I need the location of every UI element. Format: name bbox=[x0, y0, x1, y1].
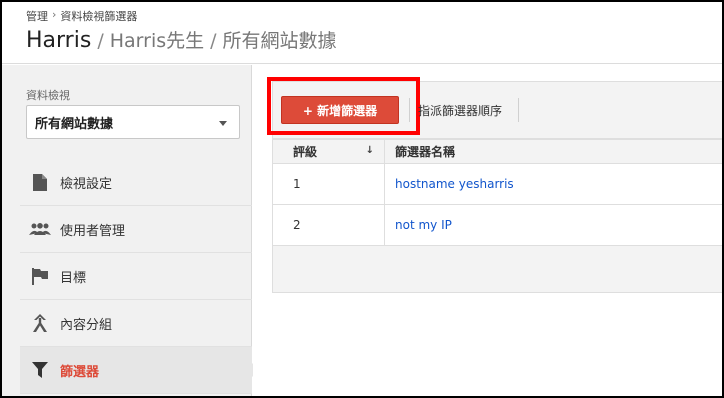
filter-link[interactable]: hostname yesharris bbox=[395, 177, 514, 191]
view-selector-value: 所有網站數據 bbox=[35, 116, 114, 132]
page-title: Harris / Harris先生 / 所有網站數據 bbox=[26, 26, 337, 53]
filter-name-cell: hostname yesharris bbox=[384, 163, 722, 205]
rank-cell: 1 bbox=[272, 163, 385, 205]
sidebar: 資料檢視 所有網站數據 檢視設定 使用者管理 目標 內容分組 篩選器 bbox=[2, 65, 259, 396]
table-row: 1 hostname yesharris bbox=[272, 163, 722, 205]
document-icon bbox=[20, 173, 60, 191]
sidebar-item-user-management[interactable]: 使用者管理 bbox=[20, 206, 252, 253]
assign-filter-order-button[interactable]: 指派篩選器順序 bbox=[418, 102, 502, 119]
page-title-property: Harris先生 bbox=[109, 30, 205, 52]
table-header-row: 評級 ↓ 篩選器名稱 bbox=[272, 139, 722, 164]
column-header-filter-name[interactable]: 篩選器名稱 bbox=[384, 139, 722, 164]
content-grouping-icon bbox=[20, 314, 60, 332]
sidebar-item-label: 使用者管理 bbox=[60, 223, 126, 239]
toolbar-divider bbox=[518, 98, 519, 122]
column-header-rank[interactable]: 評級 ↓ bbox=[272, 139, 385, 164]
title-separator: / bbox=[97, 30, 104, 52]
flag-icon bbox=[20, 267, 60, 285]
filter-icon bbox=[20, 362, 60, 378]
sidebar-item-label: 檢視設定 bbox=[60, 176, 113, 192]
toolbar-divider bbox=[409, 98, 410, 122]
view-selector[interactable]: 所有網站數據 bbox=[26, 105, 240, 139]
sidebar-item-label: 篩選器 bbox=[60, 364, 100, 380]
sidebar-item-label: 目標 bbox=[60, 270, 87, 286]
breadcrumb-item-view-filters[interactable]: 資料檢視篩選器 bbox=[60, 8, 137, 24]
filters-table: 評級 ↓ 篩選器名稱 1 hostname yesharris 2 not my… bbox=[272, 139, 722, 246]
sidebar-item-filters[interactable]: 篩選器 bbox=[20, 347, 259, 394]
column-header-label: 評級 bbox=[293, 145, 318, 159]
filters-toolbar: + 新增篩選器 指派篩選器順序 bbox=[267, 77, 722, 139]
sidebar-nav: 檢視設定 使用者管理 目標 內容分組 篩選器 bbox=[20, 159, 259, 394]
view-label: 資料檢視 bbox=[26, 89, 70, 102]
title-separator: / bbox=[210, 30, 217, 52]
chevron-down-icon bbox=[219, 121, 227, 126]
users-icon bbox=[20, 223, 60, 235]
page-title-account: Harris bbox=[26, 28, 92, 53]
sidebar-item-view-settings[interactable]: 檢視設定 bbox=[20, 159, 252, 206]
breadcrumb: 管理 › 資料檢視篩選器 bbox=[26, 8, 137, 24]
filter-name-cell: not my IP bbox=[384, 204, 722, 246]
header: 管理 › 資料檢視篩選器 Harris / Harris先生 / 所有網站數據 bbox=[2, 2, 722, 64]
breadcrumb-item-admin[interactable]: 管理 bbox=[26, 8, 48, 24]
sort-down-icon: ↓ bbox=[365, 145, 374, 156]
table-footer bbox=[272, 246, 722, 293]
breadcrumb-separator: › bbox=[52, 8, 57, 21]
page-title-view: 所有網站數據 bbox=[222, 30, 337, 52]
filter-link[interactable]: not my IP bbox=[395, 218, 452, 232]
main-content: + 新增篩選器 指派篩選器順序 評級 ↓ 篩選器名稱 1 hostname ye… bbox=[253, 65, 722, 396]
sidebar-item-goals[interactable]: 目標 bbox=[20, 253, 252, 300]
table-row: 2 not my IP bbox=[272, 204, 722, 246]
sidebar-item-content-grouping[interactable]: 內容分組 bbox=[20, 300, 252, 347]
app-frame: 管理 › 資料檢視篩選器 Harris / Harris先生 / 所有網站數據 … bbox=[0, 0, 724, 398]
sidebar-item-label: 內容分組 bbox=[60, 317, 113, 333]
add-filter-button[interactable]: + 新增篩選器 bbox=[281, 96, 399, 124]
rank-cell: 2 bbox=[272, 204, 385, 246]
